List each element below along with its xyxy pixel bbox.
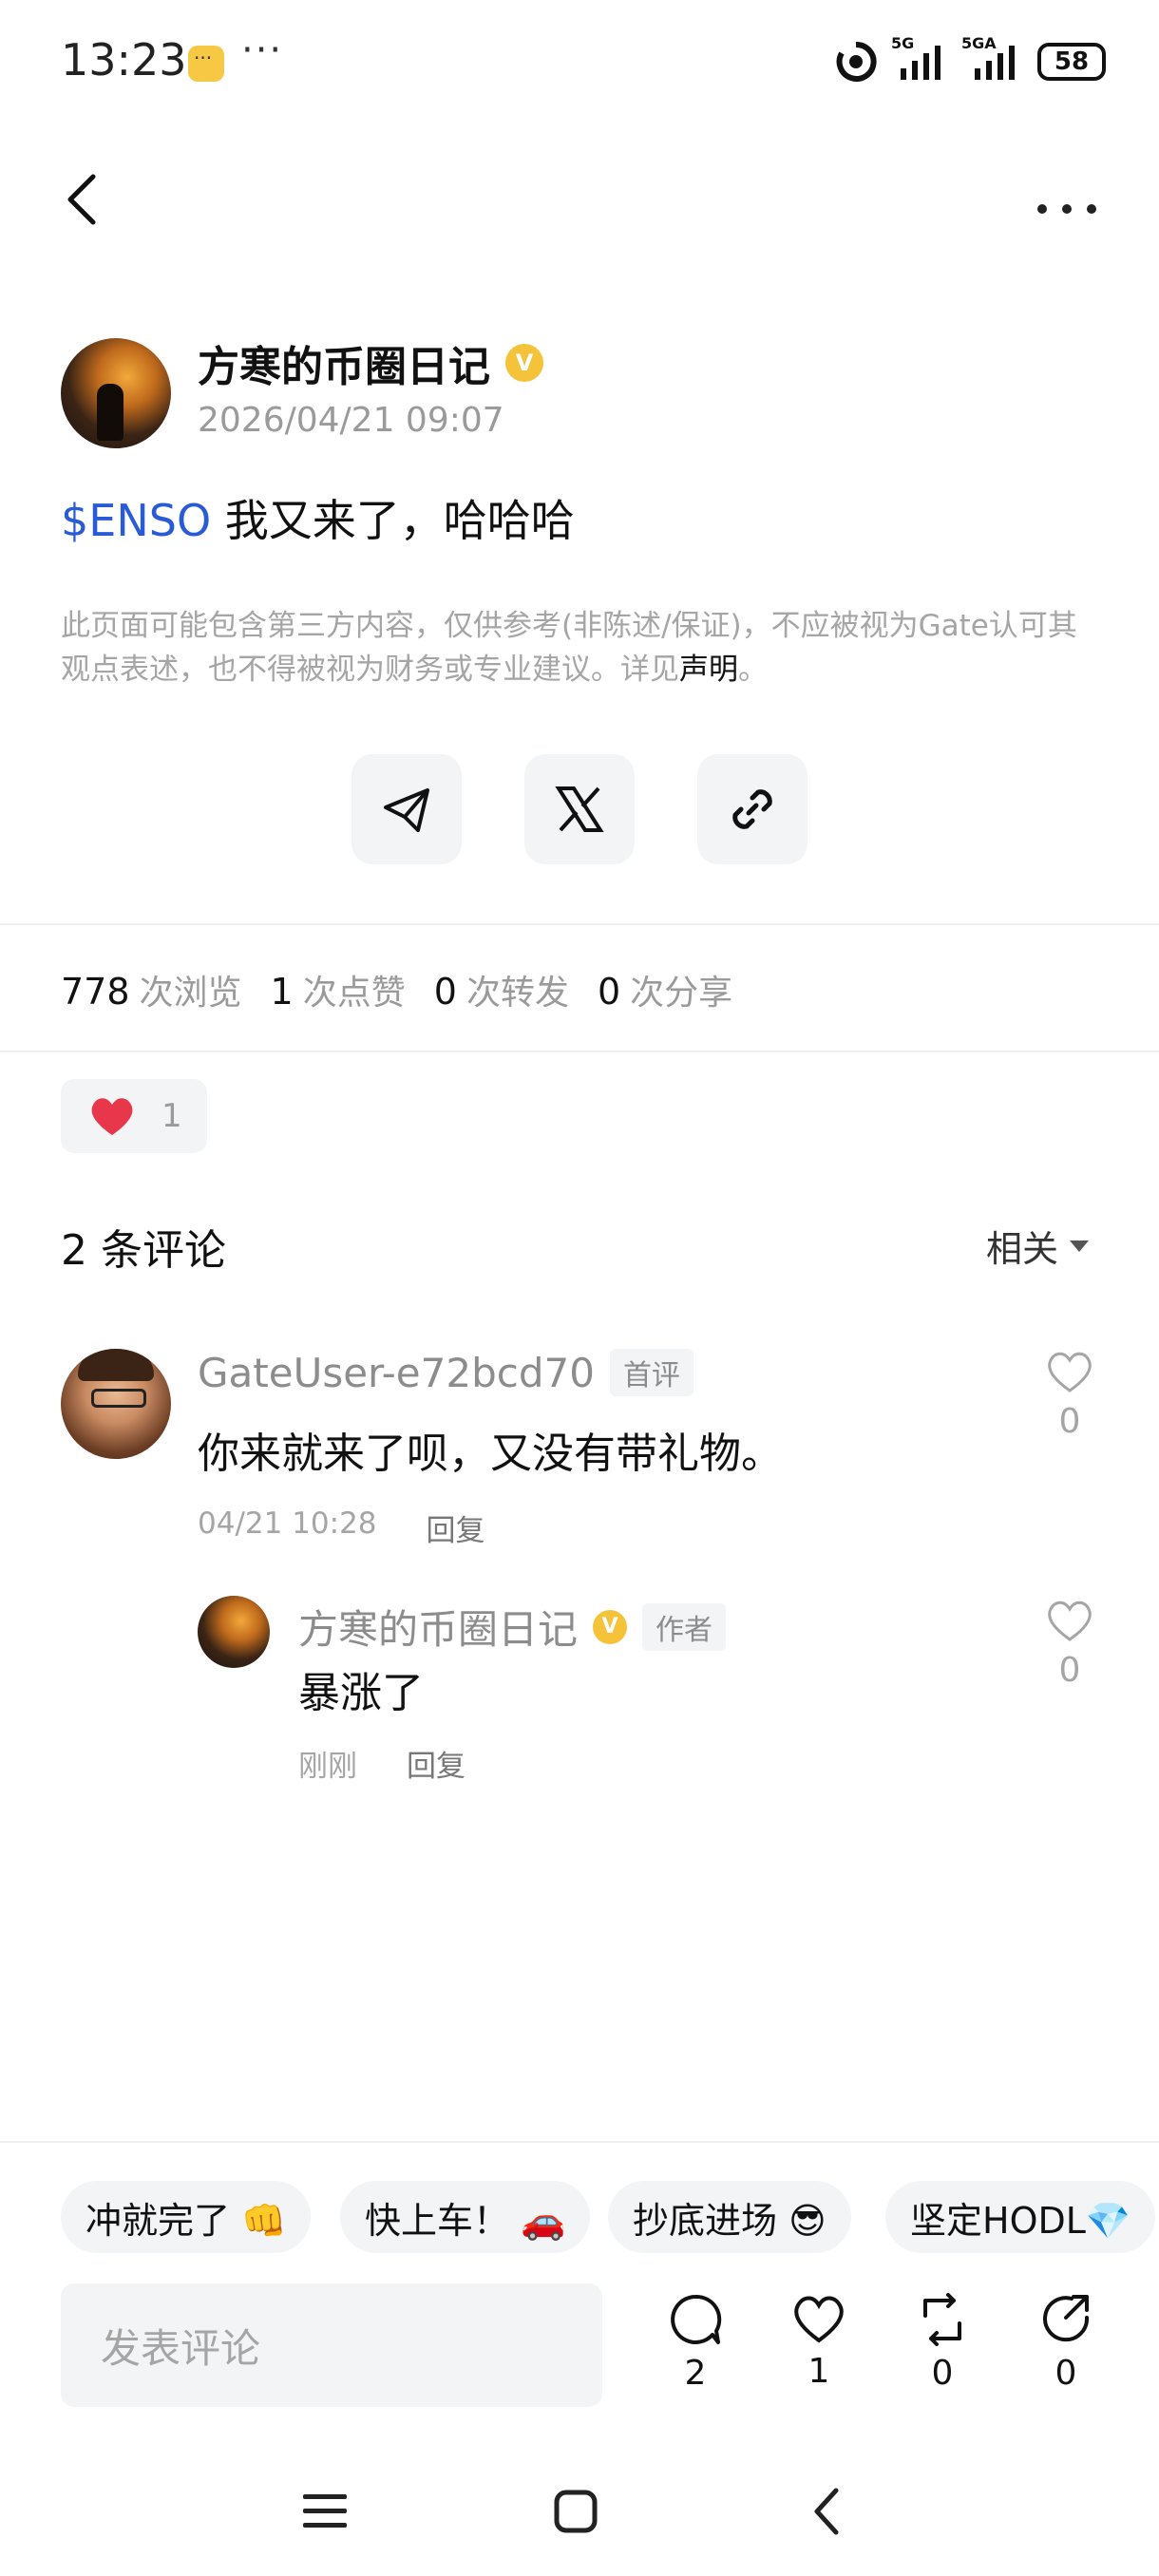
- menu-icon: [303, 2494, 347, 2528]
- share-x-button[interactable]: [524, 754, 635, 864]
- heart-filled-icon: [91, 1098, 133, 1135]
- signal-5ga-icon: 5GA: [961, 34, 1024, 84]
- telegram-icon: [384, 788, 429, 832]
- caret-down-icon: [1070, 1240, 1089, 1252]
- reply-header: 方寒的币圈日记 V 作者: [298, 1598, 727, 1656]
- comment-text: 你来就来了呗，又没有带礼物。: [198, 1430, 783, 1478]
- shares-count: 0: [597, 971, 621, 1013]
- verified-badge-icon: V: [593, 1609, 628, 1644]
- heart-reaction-chip[interactable]: 1: [61, 1079, 207, 1153]
- comment-input[interactable]: 发表评论: [61, 2283, 602, 2407]
- reply-like-count: 0: [1058, 1651, 1081, 1690]
- sort-dropdown[interactable]: 相关: [986, 1220, 1089, 1272]
- author-name-row[interactable]: 方寒的币圈日记 V: [198, 332, 543, 393]
- copy-link-button[interactable]: [697, 754, 808, 864]
- comment-bubble-icon: [671, 2294, 722, 2344]
- quick-reply-chip[interactable]: 坚定HODL💎: [885, 2181, 1156, 2253]
- post-text: 我又来了，哈哈哈: [211, 495, 575, 546]
- post-date: 2026/04/21 09:07: [198, 401, 504, 440]
- status-time: 13:23: [61, 34, 187, 85]
- like-action[interactable]: 1: [781, 2293, 857, 2391]
- author-avatar[interactable]: [61, 338, 171, 448]
- share-telegram-button[interactable]: [352, 754, 462, 864]
- notification-app-icon: [188, 46, 224, 82]
- quick-reply-chip[interactable]: 冲就完了 👊: [61, 2181, 312, 2253]
- reply-like-button[interactable]: 0: [1041, 1598, 1098, 1690]
- like-action-count: 1: [808, 2352, 830, 2391]
- comment-like-count: 0: [1058, 1402, 1081, 1441]
- divider: [0, 2141, 1159, 2143]
- more-notifications-icon: ···: [241, 28, 284, 72]
- chevron-left-icon: [67, 174, 96, 225]
- battery-icon: 58: [1037, 43, 1106, 81]
- comment-time: 04/21 10:28: [198, 1506, 377, 1541]
- reposts-label: 次转发: [466, 974, 569, 1013]
- verified-badge-icon: V: [505, 344, 543, 382]
- reply-time: 刚刚: [298, 1750, 357, 1784]
- disclaimer: 此页面可能包含第三方内容，仅供参考(非陈述/保证)，不应被视为Gate认可其观点…: [61, 604, 1106, 691]
- link-icon: [732, 789, 772, 829]
- shares-label: 次分享: [630, 974, 733, 1013]
- comment-like-button[interactable]: 0: [1041, 1349, 1098, 1441]
- recent-apps-button[interactable]: [287, 2473, 363, 2549]
- share-action[interactable]: 0: [1028, 2293, 1104, 2393]
- comments-title: 2 条评论: [61, 1226, 226, 1275]
- reply-button[interactable]: 回复: [407, 1742, 466, 1785]
- comment-meta: 04/21 10:28 回复: [198, 1506, 485, 1549]
- disclaimer-text: 此页面可能包含第三方内容，仅供参考(非陈述/保证)，不应被视为Gate认可其观点…: [61, 609, 1077, 687]
- more-horizontal-icon: [1037, 204, 1096, 214]
- first-comment-badge: 首评: [609, 1349, 694, 1396]
- commenter-avatar[interactable]: [61, 1349, 171, 1459]
- comments-action-count: 2: [684, 2354, 707, 2393]
- x-logo-icon: [555, 786, 604, 832]
- reaction-count: 1: [162, 1097, 182, 1135]
- chevron-left-icon: [814, 2488, 839, 2535]
- heart-outline-icon: [1048, 1601, 1092, 1641]
- more-options-button[interactable]: [1036, 177, 1098, 230]
- author-name: 方寒的币圈日记: [198, 343, 490, 391]
- back-button[interactable]: [57, 161, 114, 237]
- comment-header: GateUser-e72bcd70 首评: [198, 1349, 694, 1396]
- data-saver-icon: [836, 41, 877, 82]
- status-indicators: 5G 5GA 58: [834, 34, 1106, 85]
- reply-author-name[interactable]: 方寒的币圈日记: [298, 1598, 578, 1656]
- post-content: $ENSO 我又来了，哈哈哈: [61, 486, 575, 549]
- system-back-button[interactable]: [788, 2473, 864, 2549]
- reply-meta: 刚刚 回复: [298, 1742, 466, 1785]
- reposts-count: 0: [433, 971, 457, 1013]
- author-badge: 作者: [642, 1602, 727, 1651]
- reply-button[interactable]: 回复: [427, 1506, 485, 1549]
- ticker-link[interactable]: $ENSO: [61, 495, 211, 546]
- likes-count: 1: [270, 971, 294, 1013]
- divider: [0, 1051, 1159, 1052]
- signal-5g-icon: 5G: [891, 34, 948, 84]
- home-button[interactable]: [538, 2473, 614, 2549]
- heart-outline-icon: [794, 2296, 844, 2343]
- views-count: 778: [61, 971, 130, 1013]
- repost-action[interactable]: 0: [904, 2293, 980, 2393]
- sort-label: 相关: [985, 1228, 1058, 1270]
- share-arrow-icon: [1043, 2295, 1090, 2342]
- repost-icon: [923, 2293, 961, 2346]
- repost-action-count: 0: [931, 2354, 954, 2393]
- home-square-icon: [554, 2490, 598, 2533]
- views-label: 次浏览: [139, 974, 242, 1013]
- disclaimer-link[interactable]: 声明: [679, 653, 738, 687]
- divider: [0, 923, 1159, 925]
- quick-reply-chip[interactable]: 快上车！ 🚗: [340, 2181, 591, 2253]
- likes-label: 次点赞: [302, 974, 406, 1013]
- quick-reply-chip[interactable]: 抄底进场 😎: [608, 2181, 851, 2253]
- share-action-count: 0: [1054, 2354, 1077, 2393]
- reply-text: 暴涨了: [298, 1669, 424, 1717]
- commenter-name[interactable]: GateUser-e72bcd70: [198, 1350, 595, 1396]
- post-stats: 778 次浏览 1 次点赞 0 次转发 0 次分享: [61, 965, 751, 1014]
- disclaimer-end: 。: [738, 653, 768, 687]
- comments-action[interactable]: 2: [657, 2293, 733, 2393]
- heart-outline-icon: [1048, 1352, 1092, 1392]
- reply-author-avatar[interactable]: [198, 1596, 270, 1668]
